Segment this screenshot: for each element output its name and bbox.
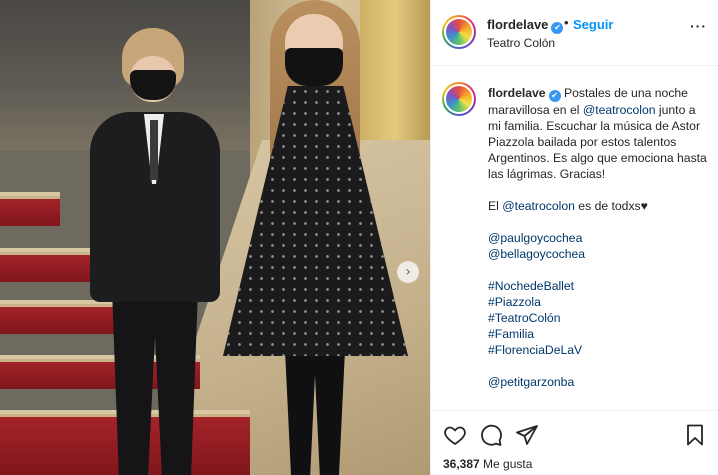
hashtag-link[interactable]: #TeatroColón: [488, 311, 561, 325]
likes-count[interactable]: 36,387 Me gusta: [443, 457, 532, 471]
comment-icon[interactable]: [479, 423, 503, 447]
caption-prefix: El: [488, 199, 503, 213]
mention-link[interactable]: @paulgoycochea: [488, 231, 582, 245]
caption-paragraph: flordelave ✔ Postales de una noche maravi…: [488, 85, 710, 182]
hashtag-link[interactable]: #NochedeBallet: [488, 279, 574, 293]
hashtag-link[interactable]: #Piazzola: [488, 295, 541, 309]
caption-username[interactable]: flordelave: [488, 86, 546, 100]
photo-boy-figure: [70, 20, 230, 475]
separator-dot: •: [564, 15, 569, 30]
avatar[interactable]: [442, 15, 476, 49]
mention-link[interactable]: @bellagoycochea: [488, 247, 585, 261]
heart-icon[interactable]: [443, 423, 467, 447]
caption-section: flordelave ✔ Postales de una noche maravi…: [431, 67, 718, 410]
post-photo[interactable]: ›: [0, 0, 430, 475]
post-actions-bar: 36,387 Me gusta: [431, 410, 718, 475]
hashtag-link[interactable]: #Familia: [488, 327, 534, 341]
mention-link[interactable]: @petitgarzonba: [488, 375, 574, 389]
mention-link[interactable]: @teatrocolon: [502, 199, 575, 213]
photo-stair-step: [0, 192, 60, 226]
mention-link[interactable]: @teatrocolon: [583, 103, 656, 117]
header-username-row: flordelave ✔: [487, 17, 564, 34]
carousel-next-button[interactable]: ›: [397, 261, 419, 283]
photo-girl-figure: [215, 0, 415, 475]
verified-badge-icon: ✔: [548, 90, 561, 102]
post-side-panel: flordelave ✔ • Seguir Teatro Colón ··· fl…: [430, 0, 718, 475]
location-link[interactable]: Teatro Colón: [487, 36, 555, 50]
caption-suffix: es de todxs♥: [574, 199, 648, 213]
hashtag-link[interactable]: #FlorenciaDeLaV: [488, 343, 582, 357]
follow-button[interactable]: Seguir: [573, 17, 613, 32]
avatar[interactable]: [442, 82, 476, 116]
post-header: flordelave ✔ • Seguir Teatro Colón ···: [431, 0, 718, 66]
verified-badge-icon: ✔: [551, 22, 564, 34]
caption-paragraph: El @teatrocolon es de todxs♥: [488, 198, 710, 214]
likes-number: 36,387: [443, 457, 480, 471]
caption-text: flordelave ✔ Postales de una noche maravi…: [488, 85, 710, 390]
more-options-icon[interactable]: ···: [690, 18, 707, 34]
share-icon[interactable]: [515, 423, 539, 447]
header-username[interactable]: flordelave: [487, 17, 548, 32]
instagram-post-window: › flordelave ✔ • Seguir Teatro Colón ··· …: [0, 0, 718, 475]
bookmark-icon[interactable]: [683, 423, 707, 447]
likes-label: Me gusta: [483, 457, 533, 471]
